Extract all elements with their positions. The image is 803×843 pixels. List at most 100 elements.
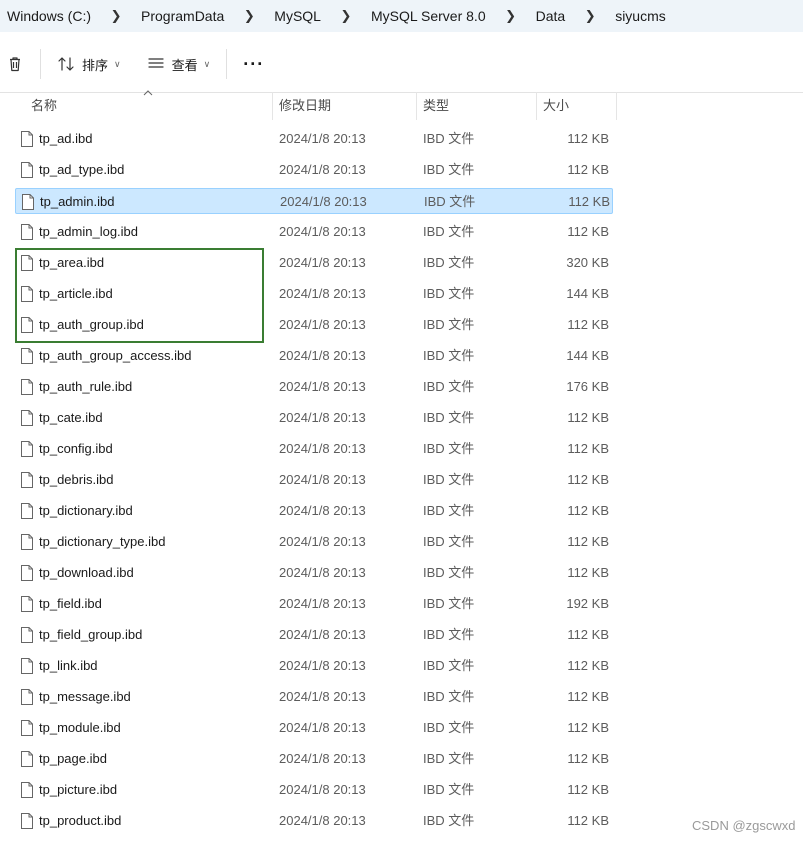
- file-icon: [21, 224, 33, 240]
- file-icon: [21, 782, 33, 798]
- file-row[interactable]: tp_ad_type.ibd 2024/1/8 20:13 IBD 文件 112 KB: [15, 157, 613, 183]
- chevron-right-icon[interactable]: ❯: [109, 8, 123, 24]
- file-row[interactable]: tp_auth_group_access.ibd 2024/1/8 20:13 IB…: [15, 343, 613, 369]
- breadcrumb-item-data[interactable]: Data: [530, 8, 572, 24]
- file-type: IBD 文件: [423, 813, 475, 828]
- chevron-right-icon[interactable]: ❯: [504, 8, 518, 24]
- file-icon: [21, 162, 33, 178]
- file-date: 2024/1/8 20:13: [279, 596, 366, 611]
- column-divider[interactable]: [536, 92, 537, 120]
- delete-button[interactable]: [0, 48, 32, 80]
- chevron-right-icon[interactable]: ❯: [339, 8, 353, 24]
- file-name: tp_admin_log.ibd: [39, 224, 139, 239]
- file-row[interactable]: tp_debris.ibd 2024/1/8 20:13 IBD 文件 112 KB: [15, 467, 613, 493]
- file-name: tp_dictionary.ibd: [39, 503, 133, 518]
- chevron-right-icon[interactable]: ❯: [583, 8, 597, 24]
- file-row[interactable]: tp_picture.ibd 2024/1/8 20:13 IBD 文件 112 KB: [15, 777, 613, 803]
- file-name: tp_auth_group_access.ibd: [39, 348, 192, 363]
- file-row[interactable]: tp_ad.ibd 2024/1/8 20:13 IBD 文件 112 KB: [15, 126, 613, 152]
- file-type: IBD 文件: [424, 194, 476, 209]
- file-row[interactable]: tp_module.ibd 2024/1/8 20:13 IBD 文件 112 KB: [15, 715, 613, 741]
- file-date: 2024/1/8 20:13: [279, 689, 366, 704]
- file-icon: [21, 503, 33, 519]
- file-type: IBD 文件: [423, 565, 475, 580]
- file-explorer-window: Windows (C:) ❯ ProgramData ❯ MySQL ❯ MyS…: [0, 0, 803, 843]
- file-date: 2024/1/8 20:13: [279, 782, 366, 797]
- file-date: 2024/1/8 20:13: [280, 194, 367, 209]
- file-type: IBD 文件: [423, 131, 475, 146]
- column-divider[interactable]: [616, 92, 617, 120]
- column-divider[interactable]: [272, 92, 273, 120]
- file-row[interactable]: tp_cate.ibd 2024/1/8 20:13 IBD 文件 112 KB: [15, 405, 613, 431]
- file-date: 2024/1/8 20:13: [279, 658, 366, 673]
- view-button[interactable]: 查看 ∨: [139, 48, 219, 80]
- file-icon: [21, 720, 33, 736]
- file-size: 112 KB: [567, 565, 609, 580]
- file-icon: [21, 813, 33, 829]
- more-icon: ···: [243, 53, 265, 74]
- breadcrumb-item-drive[interactable]: Windows (C:): [0, 8, 97, 24]
- file-name: tp_module.ibd: [39, 720, 121, 735]
- file-date: 2024/1/8 20:13: [279, 379, 366, 394]
- column-header-size[interactable]: 大小: [543, 92, 569, 120]
- file-date: 2024/1/8 20:13: [279, 348, 366, 363]
- file-date: 2024/1/8 20:13: [279, 441, 366, 456]
- file-name: tp_link.ibd: [39, 658, 98, 673]
- file-size: 112 KB: [567, 131, 609, 146]
- file-row[interactable]: tp_admin_log.ibd 2024/1/8 20:13 IBD 文件 112 …: [15, 219, 613, 245]
- file-row[interactable]: tp_message.ibd 2024/1/8 20:13 IBD 文件 112 KB: [15, 684, 613, 710]
- file-name: tp_field_group.ibd: [39, 627, 143, 642]
- breadcrumb-item-programdata[interactable]: ProgramData: [135, 8, 230, 24]
- file-icon: [21, 534, 33, 550]
- file-row[interactable]: tp_product.ibd 2024/1/8 20:13 IBD 文件 112 KB: [15, 808, 613, 834]
- file-size: 112 KB: [567, 317, 609, 332]
- file-row[interactable]: tp_config.ibd 2024/1/8 20:13 IBD 文件 112 KB: [15, 436, 613, 462]
- file-name: tp_download.ibd: [39, 565, 134, 580]
- file-size: 112 KB: [568, 194, 610, 209]
- file-row[interactable]: tp_dictionary_type.ibd 2024/1/8 20:13 IBD …: [15, 529, 613, 555]
- file-date: 2024/1/8 20:13: [279, 534, 366, 549]
- column-header-type[interactable]: 类型: [423, 92, 449, 120]
- chevron-down-icon: ∨: [203, 58, 211, 69]
- file-row[interactable]: tp_field.ibd 2024/1/8 20:13 IBD 文件 192 KB: [15, 591, 613, 617]
- file-type: IBD 文件: [423, 596, 475, 611]
- sort-arrows-icon: [58, 57, 74, 71]
- file-row[interactable]: tp_auth_rule.ibd 2024/1/8 20:13 IBD 文件 176 …: [15, 374, 613, 400]
- file-icon: [21, 658, 33, 674]
- file-type: IBD 文件: [423, 782, 475, 797]
- more-options-button[interactable]: ···: [235, 48, 272, 80]
- file-size: 112 KB: [567, 503, 609, 518]
- file-size: 144 KB: [566, 348, 609, 363]
- file-type: IBD 文件: [423, 162, 475, 177]
- column-header-name[interactable]: 名称: [31, 92, 57, 120]
- column-divider[interactable]: [416, 92, 417, 120]
- command-bar: 排序 ∨ 查看 ∨ ···: [0, 36, 803, 93]
- file-type: IBD 文件: [423, 534, 475, 549]
- file-row[interactable]: tp_page.ibd 2024/1/8 20:13 IBD 文件 112 KB: [15, 746, 613, 772]
- file-size: 112 KB: [567, 410, 609, 425]
- sort-button[interactable]: 排序 ∨: [49, 48, 129, 80]
- file-icon: [21, 751, 33, 767]
- file-type: IBD 文件: [423, 348, 475, 363]
- file-row[interactable]: tp_admin.ibd 2024/1/8 20:13 IBD 文件 112 KB: [15, 188, 613, 214]
- file-type: IBD 文件: [423, 441, 475, 456]
- file-row[interactable]: tp_link.ibd 2024/1/8 20:13 IBD 文件 112 KB: [15, 653, 613, 679]
- chevron-right-icon[interactable]: ❯: [242, 8, 256, 24]
- file-size: 112 KB: [567, 441, 609, 456]
- view-list-icon: [148, 58, 164, 68]
- file-row[interactable]: tp_field_group.ibd 2024/1/8 20:13 IBD 文件 11…: [15, 622, 613, 648]
- file-name: tp_dictionary_type.ibd: [39, 534, 166, 549]
- file-row[interactable]: tp_download.ibd 2024/1/8 20:13 IBD 文件 112 K…: [15, 560, 613, 586]
- file-size: 112 KB: [567, 689, 609, 704]
- breadcrumb-item-current[interactable]: siyucms: [609, 8, 672, 24]
- breadcrumb-item-mysql-server[interactable]: MySQL Server 8.0: [365, 8, 492, 24]
- sort-ascending-icon: [143, 90, 153, 96]
- file-icon: [21, 565, 33, 581]
- column-header-date[interactable]: 修改日期: [279, 92, 331, 120]
- file-date: 2024/1/8 20:13: [279, 317, 366, 332]
- file-name: tp_debris.ibd: [39, 472, 114, 487]
- file-type: IBD 文件: [423, 286, 475, 301]
- file-row[interactable]: tp_dictionary.ibd 2024/1/8 20:13 IBD 文件 112…: [15, 498, 613, 524]
- breadcrumb-item-mysql[interactable]: MySQL: [268, 8, 327, 24]
- file-date: 2024/1/8 20:13: [279, 410, 366, 425]
